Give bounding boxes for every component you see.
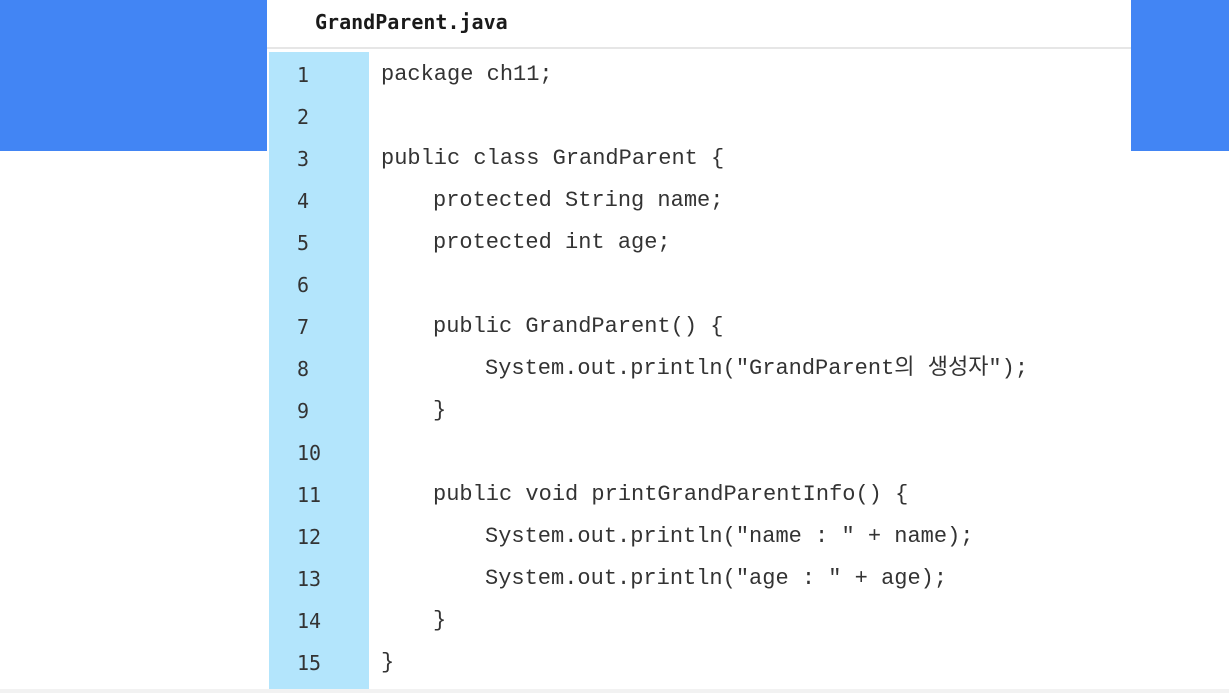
code-line: 11 public void printGrandParentInfo() { (267, 474, 1131, 516)
line-number: 12 (297, 525, 322, 549)
file-title: GrandParent.java (315, 10, 508, 34)
accent-band-left (0, 0, 267, 151)
line-code: System.out.println("age : " + age); (485, 566, 948, 591)
line-number: 3 (297, 147, 310, 171)
line-number: 11 (297, 483, 322, 507)
code-line: 13 System.out.println("age : " + age); (267, 558, 1131, 600)
line-number: 9 (297, 399, 310, 423)
line-code: package ch11; (381, 62, 553, 87)
code-line: 1 package ch11; (267, 54, 1131, 96)
code-line: 6 (267, 264, 1131, 306)
code-line: 12 System.out.println("name : " + name); (267, 516, 1131, 558)
line-number: 7 (297, 315, 310, 339)
code-panel: GrandParent.java 1 package ch11; 2 3 pub… (267, 0, 1131, 693)
page: GrandParent.java 1 package ch11; 2 3 pub… (0, 0, 1229, 693)
line-code: } (433, 398, 447, 423)
line-code: protected int age; (433, 230, 671, 255)
code-line: 7 public GrandParent() { (267, 306, 1131, 348)
code-line: 3 public class GrandParent { (267, 138, 1131, 180)
line-code: System.out.println("GrandParent의 생성자"); (485, 356, 1029, 381)
code-line: 10 (267, 432, 1131, 474)
code-line: 2 (267, 96, 1131, 138)
line-code: } (433, 608, 447, 633)
line-code: public class GrandParent { (381, 146, 725, 171)
code-line: 9 } (267, 390, 1131, 432)
code-line: 15 } (267, 642, 1131, 684)
code-line: 4 protected String name; (267, 180, 1131, 222)
line-code: public void printGrandParentInfo() { (433, 482, 909, 507)
file-header: GrandParent.java (267, 0, 1131, 49)
line-number: 13 (297, 567, 322, 591)
accent-band-right (1131, 0, 1229, 151)
line-number: 6 (297, 273, 310, 297)
code-line: 14 } (267, 600, 1131, 642)
bottom-divider (0, 689, 1229, 693)
line-number: 8 (297, 357, 310, 381)
code-line: 8 System.out.println("GrandParent의 생성자")… (267, 348, 1131, 390)
line-number: 15 (297, 651, 322, 675)
line-number: 2 (297, 105, 310, 129)
line-code: System.out.println("name : " + name); (485, 524, 974, 549)
line-number: 1 (297, 63, 310, 87)
line-number: 4 (297, 189, 310, 213)
line-number: 5 (297, 231, 310, 255)
line-code: protected String name; (433, 188, 724, 213)
code-line: 5 protected int age; (267, 222, 1131, 264)
code-body: 1 package ch11; 2 3 public class GrandPa… (267, 52, 1131, 693)
line-code: } (381, 650, 395, 675)
line-code: public GrandParent() { (433, 314, 724, 339)
line-number: 14 (297, 609, 322, 633)
line-number: 10 (297, 441, 322, 465)
